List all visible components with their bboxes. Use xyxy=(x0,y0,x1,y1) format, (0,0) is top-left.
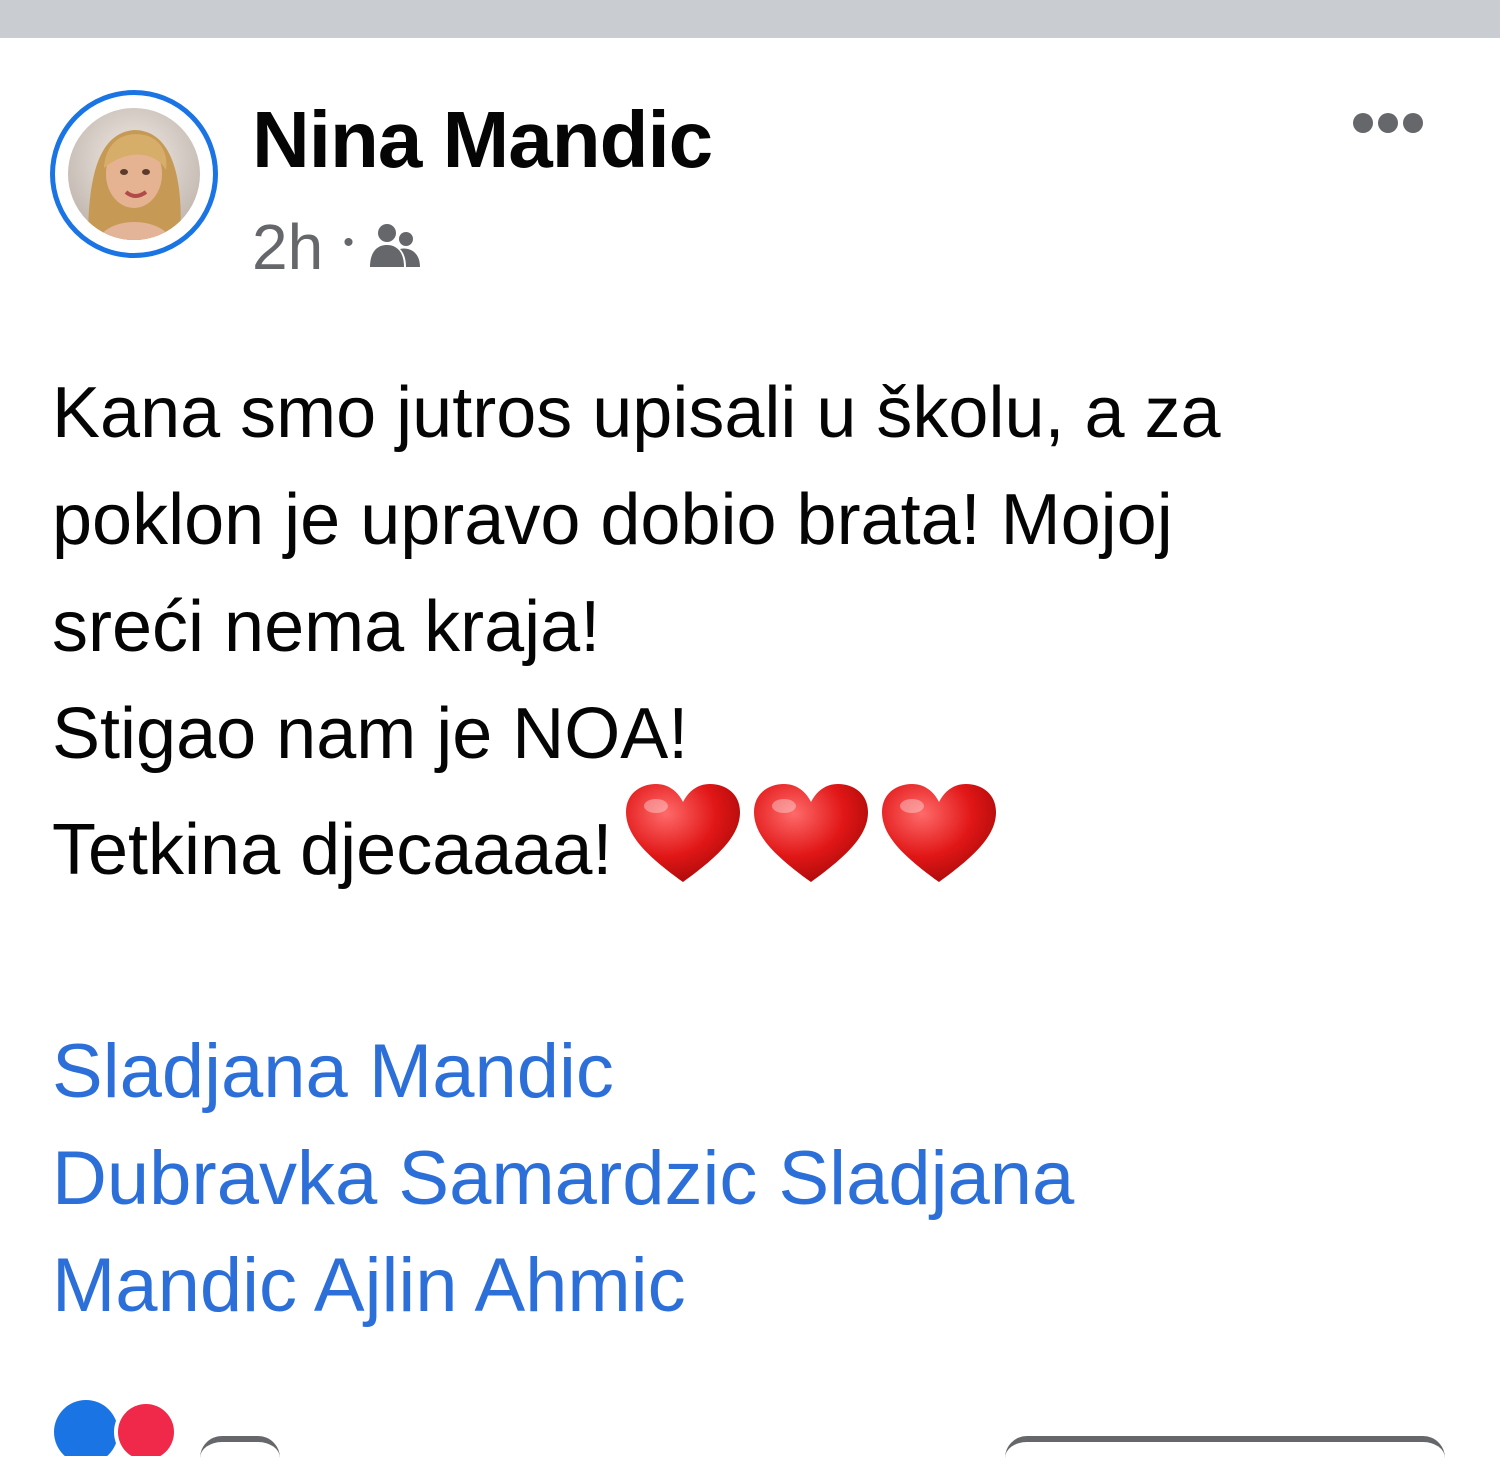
post-text: Kana smo jutros upisali u školu, a za po… xyxy=(52,360,1472,922)
author-avatar-story-ring[interactable] xyxy=(50,90,218,258)
heart-emoji-group xyxy=(624,782,997,916)
more-options-button[interactable] xyxy=(1345,100,1431,146)
post-text-line: sreći nema kraja! xyxy=(52,587,601,667)
feed-divider xyxy=(0,0,1500,38)
post-text-line: Tetkina djecaaaa! xyxy=(52,810,613,891)
reaction-count-cut-off[interactable] xyxy=(200,1404,280,1468)
comments-count-cut-off[interactable] xyxy=(1005,1404,1445,1468)
red-heart-emoji xyxy=(624,782,742,916)
tag-link-line[interactable]: Mandic Ajlin Ahmic xyxy=(52,1232,1472,1339)
tag-link-line[interactable]: Dubravka Samardzic Sladjana xyxy=(52,1125,1472,1232)
like-reaction-icon xyxy=(54,1400,118,1464)
friends-icon[interactable] xyxy=(368,210,422,284)
post-time[interactable]: 2h xyxy=(252,210,323,284)
tagged-people: Sladjana Mandic Dubravka Samardzic Sladj… xyxy=(52,1018,1472,1339)
post-text-line: Stigao nam je NOA! xyxy=(52,694,689,774)
post-card: Nina Mandic 2h • Kana smo jutros upisali… xyxy=(0,38,1500,1464)
avatar xyxy=(68,108,200,240)
post-text-line: poklon je upravo dobio brata! Mojoj xyxy=(52,480,1173,560)
tag-link-line[interactable]: Sladjana Mandic xyxy=(52,1018,1472,1125)
red-heart-emoji xyxy=(752,782,870,916)
post-text-line: Kana smo jutros upisali u školu, a za xyxy=(52,373,1221,453)
more-options-icon xyxy=(1353,113,1423,133)
reaction-summary[interactable] xyxy=(50,1396,200,1464)
post-text-line-with-emoji: Tetkina djecaaaa! xyxy=(52,784,1472,922)
post-meta: 2h • xyxy=(252,210,422,284)
meta-separator: • xyxy=(343,226,354,259)
author-name[interactable]: Nina Mandic xyxy=(252,100,713,180)
red-heart-emoji xyxy=(880,782,998,916)
